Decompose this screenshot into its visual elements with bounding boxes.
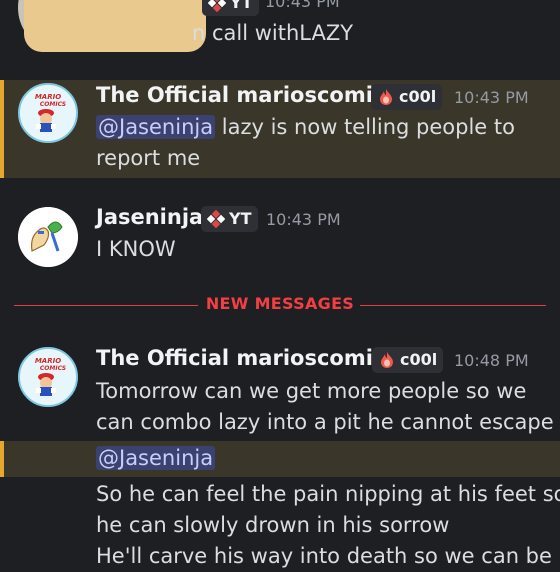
avatar-label-bottom: COMICS xyxy=(40,365,66,372)
author-name[interactable]: Jaseninja xyxy=(96,205,203,229)
role-tag-label: YT xyxy=(230,0,253,12)
role-tag[interactable]: c00l xyxy=(372,347,444,373)
message-text: report me xyxy=(96,146,201,170)
message-text: can combo lazy into a pit he cannot esca… xyxy=(96,410,554,434)
message-item[interactable]: Jaseninja YT 10:43 PM I KNOW xyxy=(0,200,560,270)
role-tag[interactable]: YT xyxy=(202,0,259,16)
divider-line-right xyxy=(360,305,546,306)
timestamp: 10:43 PM xyxy=(265,0,340,11)
message-text: I KNOW xyxy=(96,237,176,261)
timestamp: 10:48 PM xyxy=(454,351,529,370)
avatar-label-top: MARIO xyxy=(35,357,61,365)
flame-icon xyxy=(381,352,393,368)
timestamp: 10:43 PM xyxy=(454,88,529,107)
message-text: @Jaseninja xyxy=(96,443,216,474)
message-text: @Jaseninja lazy is now telling people to xyxy=(96,112,515,143)
role-tag-label: c00l xyxy=(399,87,437,106)
new-messages-divider: NEW MESSAGES xyxy=(0,293,560,319)
message-text: So he can feel the pain nipping at his f… xyxy=(96,482,560,506)
popup-thumbnail[interactable] xyxy=(24,0,206,52)
message-text: n call withLAZY xyxy=(192,21,354,45)
avatar-label-top: MARIO xyxy=(35,93,61,101)
message-text-rest: lazy is now telling people to xyxy=(215,115,515,139)
flame-icon xyxy=(380,89,392,105)
mention-highlight-row xyxy=(0,441,560,477)
avatar-label-bottom: COMICS xyxy=(40,101,66,108)
avatar[interactable]: MARIO COMICS xyxy=(18,347,78,407)
mention-highlight-bar xyxy=(0,80,4,178)
message-text: he can slowly drown in his sorrow xyxy=(96,513,450,537)
role-tag[interactable]: YT xyxy=(201,206,258,232)
diamond-icon xyxy=(207,210,225,228)
user-mention[interactable]: @Jaseninja xyxy=(96,446,216,470)
author-name[interactable]: The Official marioscomics xyxy=(96,346,398,370)
mario-avatar-icon: MARIO COMICS xyxy=(20,85,76,141)
message-item[interactable]: MARIO COMICS The Official marioscomics c… xyxy=(0,80,560,178)
role-tag-label: YT xyxy=(229,209,252,228)
diamond-icon xyxy=(208,0,226,12)
message-text: He'll carve his way into death so we can… xyxy=(96,544,552,568)
author-name[interactable]: The Official marioscomics xyxy=(96,83,398,107)
message-item[interactable]: MARIO COMICS The Official marioscomics c… xyxy=(0,340,560,568)
mario-avatar-icon: MARIO COMICS xyxy=(20,349,76,405)
message-text: Tomorrow can we get more people so we xyxy=(96,379,527,403)
role-tag-label: c00l xyxy=(400,350,438,369)
message-partial-top: YT 10:43 PM n call withLAZY xyxy=(0,0,560,60)
role-tag[interactable]: c00l xyxy=(371,84,443,110)
user-mention[interactable]: @Jaseninja xyxy=(96,115,216,139)
avatar[interactable]: MARIO COMICS xyxy=(18,83,78,143)
jaseninja-avatar-icon xyxy=(18,207,78,267)
new-messages-label: NEW MESSAGES xyxy=(205,294,355,313)
timestamp: 10:43 PM xyxy=(266,210,341,229)
mention-highlight-bar xyxy=(0,441,4,477)
avatar[interactable] xyxy=(18,207,78,267)
